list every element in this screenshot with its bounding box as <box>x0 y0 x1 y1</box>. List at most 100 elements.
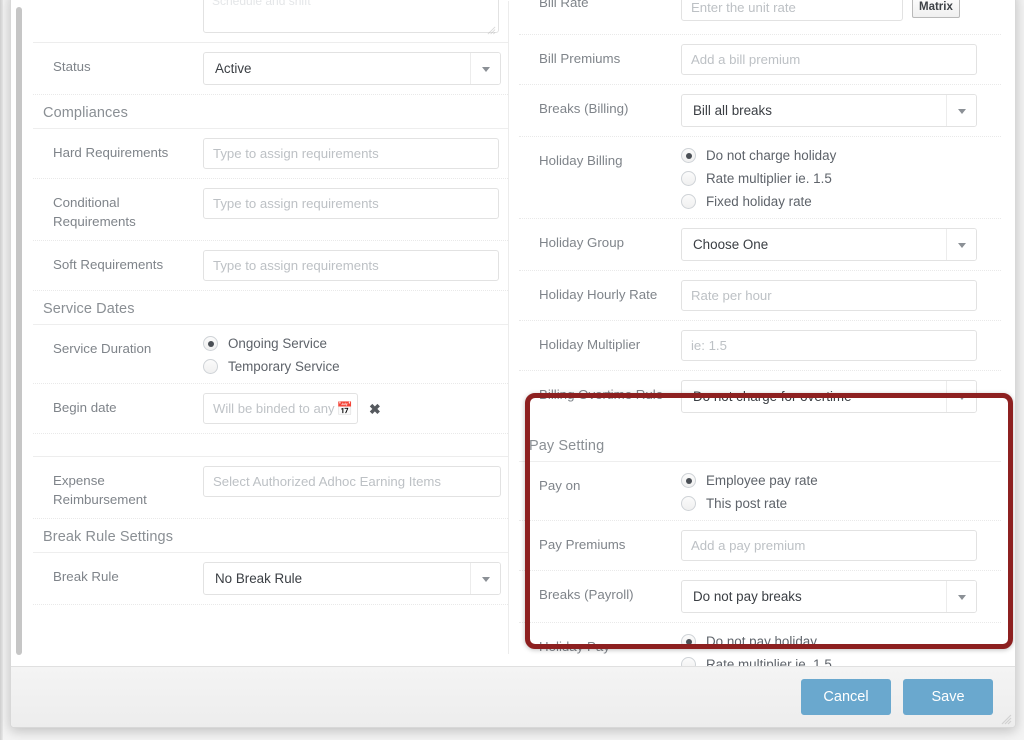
holiday-multiplier-label: Holiday Multiplier <box>519 330 681 354</box>
radio-rate-multiplier-billing[interactable]: Rate multiplier ie. 1.5 <box>681 171 836 186</box>
bill-rate-row: Bill Rate Matrix <box>519 0 1001 35</box>
pay-on-radio-group: Employee pay rate This post rate <box>681 471 818 511</box>
radio-temporary-service[interactable]: Temporary Service <box>203 359 340 374</box>
breaks-billing-select-value: Bill all breaks <box>682 95 946 126</box>
breaks-billing-select[interactable]: Bill all breaks <box>681 94 977 127</box>
service-duration-row: Service Duration Ongoing Service Tempora… <box>33 325 508 384</box>
schedule-description-textarea[interactable]: Schedule and shift <box>203 0 499 33</box>
holiday-billing-row: Holiday Billing Do not charge holiday Ra… <box>519 137 1001 219</box>
calendar-icon[interactable]: 📅 <box>337 401 353 417</box>
right-form-column: Bill Rate Matrix Bill Premiums Breaks (B… <box>509 0 1015 668</box>
radio-ongoing-service[interactable]: Ongoing Service <box>203 336 340 351</box>
app-screen: Schedule and shift Status Active <box>0 0 1024 740</box>
billing-overtime-rule-label: Billing Overtime Rule <box>519 380 681 404</box>
left-spacer <box>33 434 508 456</box>
breaks-billing-row: Breaks (Billing) Bill all breaks <box>519 85 1001 137</box>
service-dates-heading: Service Dates <box>33 291 508 325</box>
radio-rate-multiplier-billing-label: Rate multiplier ie. 1.5 <box>706 171 832 186</box>
breaks-payroll-label: Breaks (Payroll) <box>519 580 681 604</box>
status-row: Status Active <box>33 42 508 95</box>
hard-requirements-input[interactable] <box>203 138 499 169</box>
status-select[interactable]: Active <box>203 52 501 85</box>
chevron-down-icon[interactable] <box>946 229 976 260</box>
radio-dot-icon <box>681 171 696 186</box>
holiday-hourly-rate-row: Holiday Hourly Rate <box>519 271 1001 321</box>
save-button[interactable]: Save <box>903 679 993 715</box>
bill-premiums-row: Bill Premiums <box>519 35 1001 85</box>
breaks-payroll-select-value: Do not pay breaks <box>682 581 946 612</box>
job-settings-modal: Schedule and shift Status Active <box>10 0 1016 728</box>
radio-dot-icon <box>681 634 696 649</box>
holiday-billing-radio-group: Do not charge holiday Rate multiplier ie… <box>681 146 836 209</box>
holiday-multiplier-input[interactable] <box>681 330 977 361</box>
radio-do-not-charge-holiday[interactable]: Do not charge holiday <box>681 148 836 163</box>
pay-on-label: Pay on <box>519 471 681 495</box>
chevron-down-icon[interactable] <box>946 381 976 412</box>
holiday-hourly-rate-label: Holiday Hourly Rate <box>519 280 681 304</box>
bill-rate-input[interactable] <box>681 0 903 21</box>
matrix-button[interactable]: Matrix <box>912 0 960 18</box>
billing-overtime-rule-row: Billing Overtime Rule Do not charge for … <box>519 371 1001 422</box>
begin-date-label: Begin date <box>33 393 203 417</box>
pay-premiums-row: Pay Premiums <box>519 521 1001 571</box>
begin-date-input[interactable]: Will be binded to any 📅 <box>203 393 358 424</box>
holiday-group-select-value: Choose One <box>682 229 946 260</box>
expense-reimbursement-row: Expense Reimbursement <box>33 456 508 519</box>
bill-premiums-label: Bill Premiums <box>519 44 681 68</box>
soft-requirements-input[interactable] <box>203 250 499 281</box>
soft-requirements-row: Soft Requirements <box>33 241 508 291</box>
compliances-heading: Compliances <box>33 95 508 129</box>
modal-scrollbar[interactable] <box>16 7 22 655</box>
break-rule-select[interactable]: No Break Rule <box>203 562 501 595</box>
holiday-group-row: Holiday Group Choose One <box>519 219 1001 271</box>
modal-footer: Cancel Save <box>11 666 1015 727</box>
radio-fixed-holiday-rate[interactable]: Fixed holiday rate <box>681 194 836 209</box>
conditional-requirements-input[interactable] <box>203 188 499 219</box>
expense-reimbursement-input[interactable] <box>203 466 501 497</box>
radio-this-post-rate-label: This post rate <box>706 496 787 511</box>
status-select-value: Active <box>204 53 470 84</box>
radio-employee-pay-rate[interactable]: Employee pay rate <box>681 473 818 488</box>
radio-dot-icon <box>681 148 696 163</box>
bill-premiums-input[interactable] <box>681 44 977 75</box>
holiday-group-select[interactable]: Choose One <box>681 228 977 261</box>
radio-this-post-rate[interactable]: This post rate <box>681 496 818 511</box>
radio-dot-icon <box>203 359 218 374</box>
expense-reimbursement-label: Expense Reimbursement <box>33 466 203 509</box>
status-label: Status <box>33 52 203 76</box>
radio-do-not-charge-holiday-label: Do not charge holiday <box>706 148 836 163</box>
breaks-payroll-row: Breaks (Payroll) Do not pay breaks <box>519 571 1001 623</box>
radio-dot-icon <box>681 473 696 488</box>
pay-premiums-input[interactable] <box>681 530 977 561</box>
radio-ongoing-service-label: Ongoing Service <box>228 336 327 351</box>
pay-premiums-label: Pay Premiums <box>519 530 681 554</box>
expense-label-line-2: Reimbursement <box>53 490 203 509</box>
radio-employee-pay-rate-label: Employee pay rate <box>706 473 818 488</box>
radio-do-not-pay-holiday-label: Do not pay holiday <box>706 634 817 649</box>
description-textarea-wrap: Schedule and shift <box>203 0 499 38</box>
holiday-group-label: Holiday Group <box>519 228 681 252</box>
holiday-pay-label: Holiday Pay <box>519 632 681 656</box>
begin-date-row: Begin date Will be binded to any 📅 ✖ <box>33 384 508 434</box>
pay-on-row: Pay on Employee pay rate This post rate <box>519 462 1001 521</box>
chevron-down-icon[interactable] <box>946 581 976 612</box>
chevron-down-icon[interactable] <box>470 53 500 84</box>
holiday-hourly-rate-input[interactable] <box>681 280 977 311</box>
cancel-button[interactable]: Cancel <box>801 679 891 715</box>
billing-overtime-rule-select[interactable]: Do not charge for overtime <box>681 380 977 413</box>
begin-date-placeholder: Will be binded to any <box>213 401 335 416</box>
pay-setting-heading: Pay Setting <box>519 428 1001 462</box>
radio-dot-icon <box>681 194 696 209</box>
chevron-down-icon[interactable] <box>470 563 500 594</box>
clear-icon[interactable]: ✖ <box>369 402 381 416</box>
description-row: Schedule and shift <box>33 0 508 42</box>
hard-requirements-row: Hard Requirements <box>33 129 508 179</box>
radio-do-not-pay-holiday[interactable]: Do not pay holiday <box>681 634 832 649</box>
chevron-down-icon[interactable] <box>946 95 976 126</box>
billing-overtime-rule-select-value: Do not charge for overtime <box>682 381 946 412</box>
window-resize-grip-icon[interactable] <box>1000 713 1012 725</box>
holiday-multiplier-row: Holiday Multiplier <box>519 321 1001 371</box>
breaks-payroll-select[interactable]: Do not pay breaks <box>681 580 977 613</box>
expense-label-line-1: Expense <box>53 471 203 490</box>
radio-temporary-service-label: Temporary Service <box>228 359 340 374</box>
